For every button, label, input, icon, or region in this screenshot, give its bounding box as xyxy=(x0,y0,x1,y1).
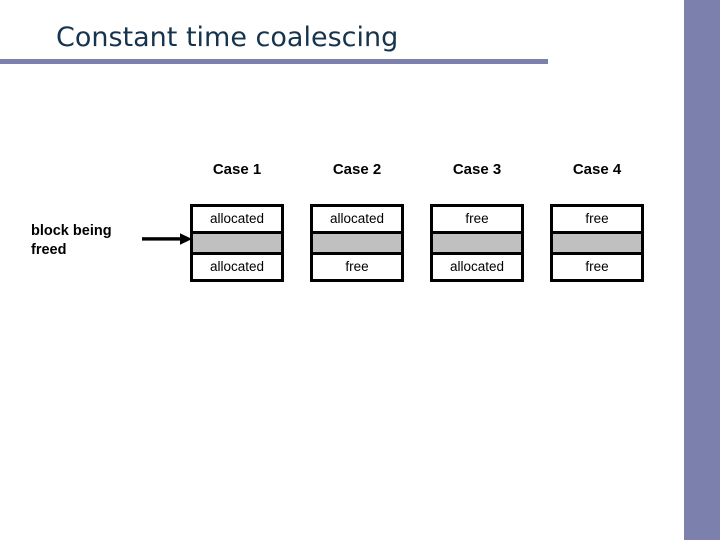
caption-line-1: block being xyxy=(31,223,112,239)
title-underline-rule xyxy=(0,59,548,64)
case-column-2: Case 2 allocated free xyxy=(310,160,404,282)
block-row-top-3: free xyxy=(433,207,521,231)
block-diagram-1: allocated allocated xyxy=(190,204,284,282)
block-row-bottom-3: allocated xyxy=(433,255,521,279)
block-row-freed-4 xyxy=(553,231,641,255)
block-diagram-2: allocated free xyxy=(310,204,404,282)
case-label-3: Case 3 xyxy=(452,161,502,178)
case-label-4: Case 4 xyxy=(572,161,622,178)
caption-line-2: freed xyxy=(31,242,67,258)
slide-canvas: Constant time coalescing block being fre… xyxy=(0,0,720,540)
block-diagram-4: free free xyxy=(550,204,644,282)
block-row-freed-2 xyxy=(313,231,401,255)
block-row-top-2: allocated xyxy=(313,207,401,231)
case-label-2: Case 2 xyxy=(332,161,382,178)
block-being-freed-caption: block being freed xyxy=(31,222,143,260)
case-column-4: Case 4 free free xyxy=(550,160,644,282)
block-row-freed-3 xyxy=(433,231,521,255)
case-column-1: Case 1 allocated allocated xyxy=(190,160,284,282)
case-column-3: Case 3 free allocated xyxy=(430,160,524,282)
block-row-top-4: free xyxy=(553,207,641,231)
page-title: Constant time coalescing xyxy=(56,22,399,53)
block-row-freed-1 xyxy=(193,231,281,255)
block-row-bottom-4: free xyxy=(553,255,641,279)
right-arrow-icon xyxy=(142,233,192,245)
block-diagram-3: free allocated xyxy=(430,204,524,282)
block-row-bottom-1: allocated xyxy=(193,255,281,279)
slide-accent-bar-right xyxy=(684,0,720,540)
block-row-top-1: allocated xyxy=(193,207,281,231)
case-label-1: Case 1 xyxy=(212,161,262,178)
block-row-bottom-2: free xyxy=(313,255,401,279)
